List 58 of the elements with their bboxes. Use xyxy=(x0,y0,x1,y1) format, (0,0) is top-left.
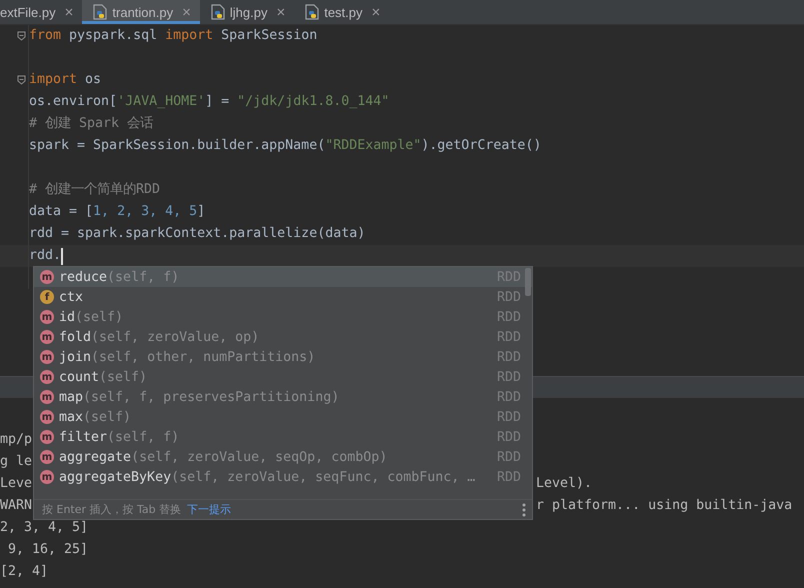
console-output: g le xyxy=(0,453,32,471)
console-output: 9, 16, 25] xyxy=(7,541,88,559)
code-line: # 创建 Spark 会话 xyxy=(29,114,154,133)
completion-signature: max(self) xyxy=(59,410,132,424)
console-output: WARN xyxy=(0,497,32,515)
completion-signature: aggregate(self, zeroValue, seqOp, combOp) xyxy=(59,450,388,464)
completion-signature: count(self) xyxy=(59,370,148,384)
hint-text: 按 Enter 插入，按 Tab 替换 xyxy=(42,502,182,517)
member-kind-icon: m xyxy=(40,410,54,424)
completion-signature: fold(self, zeroValue, op) xyxy=(59,330,260,344)
member-kind-icon: m xyxy=(40,370,54,384)
tab-label: test.py xyxy=(324,4,363,20)
close-icon[interactable]: × xyxy=(276,4,286,20)
completion-signature: reduce(self, f) xyxy=(59,270,180,284)
member-kind-icon: m xyxy=(40,390,54,404)
close-icon[interactable]: × xyxy=(64,4,74,20)
editor-tab[interactable]: trantion.py × xyxy=(82,0,200,24)
editor-tab[interactable]: extFile.py × xyxy=(0,0,82,24)
code-line: import os xyxy=(29,71,102,89)
scrollbar-thumb[interactable] xyxy=(525,268,531,296)
member-kind-icon: m xyxy=(40,330,54,344)
fold-icon[interactable] xyxy=(17,75,26,85)
code-line: rdd = spark.sparkContext.parallelize(data) xyxy=(29,225,366,243)
console-output: r platform... using builtin-java xyxy=(536,497,792,515)
fold-icon[interactable] xyxy=(17,31,26,41)
member-kind-icon: m xyxy=(40,350,54,364)
close-icon[interactable]: × xyxy=(372,4,380,20)
next-tip-link[interactable]: 下一提示 xyxy=(187,502,232,517)
editor-tab[interactable]: ljhg.py × xyxy=(200,0,294,24)
member-kind-icon: f xyxy=(40,290,54,304)
console-output: Level). xyxy=(536,475,592,493)
tab-label: ljhg.py xyxy=(230,4,268,20)
code-line: from pyspark.sql import SparkSession xyxy=(29,27,318,45)
member-kind-icon: m xyxy=(40,310,54,324)
console-output: [2, 4] xyxy=(0,563,48,581)
code-line: spark = SparkSession.builder.appName("RDDExample").getOrCreate() xyxy=(29,137,542,155)
console-output: mp/p xyxy=(0,431,32,449)
member-kind-icon: m xyxy=(40,470,54,484)
completion-signature: id(self) xyxy=(59,310,124,324)
member-kind-icon: m xyxy=(40,450,54,464)
tab-label: extFile.py xyxy=(0,4,56,20)
completion-signature: join(self, other, numPartitions) xyxy=(59,350,316,364)
completion-signature: ctx xyxy=(59,290,84,304)
completion-signature: filter(self, f) xyxy=(59,430,180,444)
editor-tab[interactable]: test.py × xyxy=(294,0,390,24)
code-line: # 创建一个简单的RDD xyxy=(29,180,160,199)
member-kind-icon: m xyxy=(40,430,54,444)
console-output: Leve xyxy=(0,475,32,493)
code-line: os.environ['JAVA_HOME'] = "/jdk/jdk1.8.0_144" xyxy=(29,93,390,111)
more-options-icon[interactable] xyxy=(522,502,526,516)
completion-signature: map(self, f, preservesPartitioning) xyxy=(59,390,340,404)
code-line: rdd. xyxy=(29,247,62,265)
completion-signature: aggregateByKey(self, zeroValue, seqFunc, combFunc, … xyxy=(59,470,476,484)
console-output: 2, 3, 4, 5] xyxy=(0,519,88,537)
tab-label: trantion.py xyxy=(112,4,174,20)
member-kind-icon: m xyxy=(40,270,54,284)
text-caret xyxy=(61,248,64,264)
code-line: data = [1, 2, 3, 4, 5] xyxy=(29,203,206,221)
